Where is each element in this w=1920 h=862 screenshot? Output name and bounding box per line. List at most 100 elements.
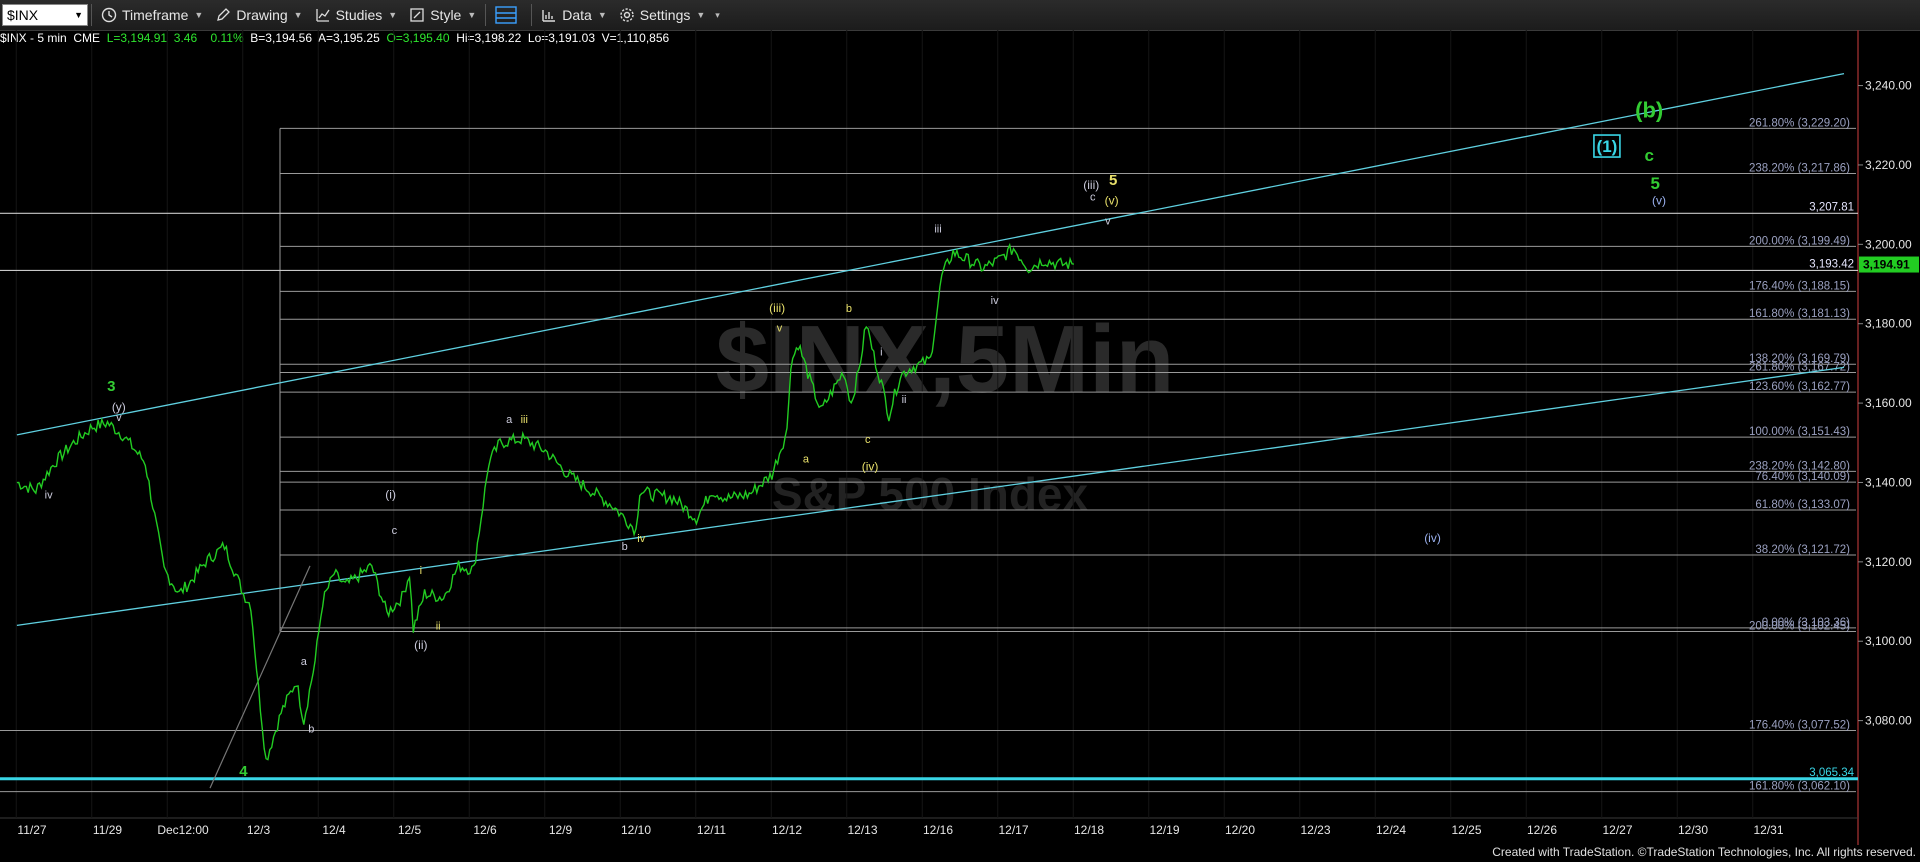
chevron-down-icon: ▼ <box>597 10 607 20</box>
x-tick-label: 12/9 <box>549 823 573 837</box>
x-tick-label: 12/18 <box>1074 823 1104 837</box>
y-tick-label: 3,240.00 <box>1865 79 1912 93</box>
symbol-text: $INX <box>7 7 39 23</box>
fib-level-label: 161.80% (3,181.13) <box>1749 308 1850 320</box>
wave-label: (iii) <box>769 301 785 315</box>
gear-icon <box>619 7 635 23</box>
x-tick-label: 12/19 <box>1149 823 1179 837</box>
chevron-down-icon: ▼ <box>293 10 303 20</box>
copyright-footer: Created with TradeStation. ©TradeStation… <box>1492 845 1916 859</box>
toolbar-divider <box>91 4 92 26</box>
fib-level-label: 76.40% (3,140.09) <box>1755 471 1850 483</box>
wave-label: iii <box>521 414 528 426</box>
wave-label: b <box>622 541 628 553</box>
chevron-down-icon[interactable]: ▼ <box>74 10 83 20</box>
style-button[interactable]: Style ▼ <box>403 3 482 27</box>
symbol-input[interactable]: $INX ▼ <box>2 4 88 26</box>
x-tick-label: 12/4 <box>322 823 346 837</box>
fib-level-label: 61.80% (3,133.07) <box>1755 499 1850 511</box>
x-tick-label: 12/26 <box>1527 823 1557 837</box>
wave-label: (iii) <box>1083 178 1099 192</box>
toolbar: $INX ▼ Timeframe ▼ Drawing ▼ Studies ▼ S… <box>0 0 1920 31</box>
settings-button[interactable]: Settings ▼ ▾ <box>613 3 726 27</box>
wave-label: c <box>392 525 398 537</box>
fib-level-label: 200.00% (3,102.45) <box>1749 621 1850 633</box>
x-tick-label: 12/30 <box>1678 823 1708 837</box>
wave-label: v <box>1105 215 1111 227</box>
fib-level-label: 123.60% (3,162.77) <box>1749 381 1850 393</box>
wave-label: iii <box>934 223 941 235</box>
x-tick-label: 12/31 <box>1753 823 1783 837</box>
chevron-down-icon: ▼ <box>194 10 204 20</box>
x-tick-label: 12/20 <box>1225 823 1255 837</box>
x-tick-label: Dec12:00 <box>157 823 209 837</box>
more-icon[interactable]: ▾ <box>715 10 720 21</box>
x-tick-label: 11/29 <box>93 823 122 837</box>
wave-label: (iv) <box>862 460 879 474</box>
x-tick-label: 12/16 <box>923 823 953 837</box>
wave-label: (v) <box>1652 194 1666 208</box>
wave-label: c <box>865 434 871 446</box>
chevron-down-icon: ▼ <box>467 10 477 20</box>
price-chart[interactable]: $INX,5MinS&P 500 Index261.80% (3,229.20)… <box>0 30 1920 845</box>
wave-label: i <box>880 346 882 358</box>
x-tick-label: 12/27 <box>1602 823 1632 837</box>
fib-level-label: 38.20% (3,121.72) <box>1755 544 1850 556</box>
wave-label: i <box>420 565 422 577</box>
wave-label: b <box>308 724 314 736</box>
x-tick-label: 12/12 <box>772 823 802 837</box>
drawing-label: Drawing <box>236 7 288 23</box>
wave-label: a <box>803 454 810 466</box>
x-tick-label: 12/13 <box>847 823 877 837</box>
horizontal-line-label: 3,193.42 <box>1809 258 1854 270</box>
last-price-label: 3,194.91 <box>1863 258 1910 272</box>
wave-label: (ii) <box>414 638 427 652</box>
window-layout-icon <box>495 6 517 24</box>
settings-label: Settings <box>639 7 691 23</box>
y-tick-label: 3,080.00 <box>1865 714 1912 728</box>
layout-button[interactable] <box>489 3 528 27</box>
wave-label: (v) <box>1105 194 1119 208</box>
wave-label: v <box>116 412 122 424</box>
y-tick-label: 3,180.00 <box>1865 317 1912 331</box>
wave-label: (1) <box>1597 137 1618 156</box>
y-tick-label: 3,220.00 <box>1865 158 1912 172</box>
y-tick-label: 3,160.00 <box>1865 396 1912 410</box>
x-tick-label: 12/6 <box>473 823 497 837</box>
x-tick-label: 12/17 <box>998 823 1028 837</box>
wave-label: (iv) <box>1424 531 1441 545</box>
horizontal-line-label: 3,207.81 <box>1809 201 1854 213</box>
fib-level-label: 176.40% (3,077.52) <box>1749 719 1850 731</box>
studies-label: Studies <box>335 7 383 23</box>
wave-label: 5 <box>1109 172 1117 189</box>
drawing-button[interactable]: Drawing ▼ <box>209 3 308 27</box>
data-button[interactable]: Data ▼ <box>535 3 613 27</box>
fib-level-label: 200.00% (3,199.49) <box>1749 235 1850 247</box>
chevron-down-icon: ▼ <box>388 10 398 20</box>
x-tick-label: 12/11 <box>697 823 726 837</box>
x-tick-label: 11/27 <box>17 823 46 837</box>
chevron-down-icon: ▼ <box>696 10 706 20</box>
studies-button[interactable]: Studies ▼ <box>309 3 404 27</box>
wave-label: c <box>1090 192 1096 204</box>
wave-label: b <box>846 303 852 315</box>
fib-level-label: 161.80% (3,062.10) <box>1749 781 1850 793</box>
toolbar-divider <box>531 4 533 26</box>
wave-label: iv <box>991 295 999 307</box>
fib-level-label: 261.80% (3,167.72) <box>1749 361 1850 373</box>
x-tick-label: 12/23 <box>1300 823 1330 837</box>
wave-label: (b) <box>1635 97 1663 122</box>
data-label: Data <box>562 7 592 23</box>
wave-label: 3 <box>107 378 115 395</box>
x-tick-label: 12/5 <box>398 823 422 837</box>
fib-level-label: 176.40% (3,188.15) <box>1749 280 1850 292</box>
y-tick-label: 3,200.00 <box>1865 237 1912 251</box>
style-label: Style <box>430 7 462 23</box>
timeframe-button[interactable]: Timeframe ▼ <box>95 3 209 27</box>
wave-label: a <box>506 414 513 426</box>
clock-icon <box>101 7 117 23</box>
trendline-segment <box>209 565 311 789</box>
watermark-symbol: $INX,5Min <box>716 306 1175 413</box>
wave-label: 5 <box>1651 174 1660 193</box>
x-tick-label: 12/25 <box>1451 823 1481 837</box>
